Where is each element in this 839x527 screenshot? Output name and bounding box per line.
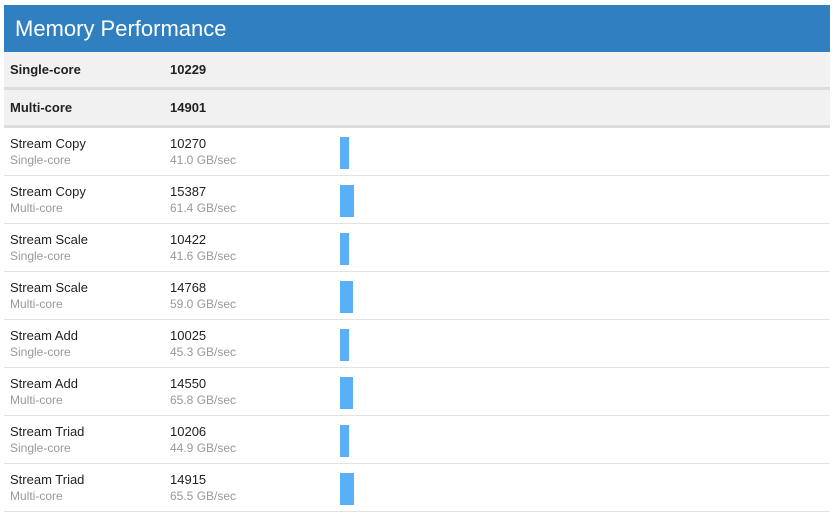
- benchmark-name: Stream Triad: [10, 424, 85, 439]
- benchmark-mode: Multi-core: [10, 297, 63, 311]
- benchmark-rate: 44.9 GB/sec: [170, 441, 237, 455]
- benchmark-score: 10206: [170, 424, 207, 439]
- summary-label: Multi-core: [10, 100, 73, 115]
- benchmark-name: Stream Add: [10, 376, 78, 391]
- score-bar: [340, 473, 354, 505]
- summary-label: Single-core: [10, 62, 81, 77]
- benchmark-mode: Single-core: [10, 153, 71, 167]
- benchmark-score: 10422: [170, 232, 207, 247]
- benchmark-score: 15387: [170, 184, 207, 199]
- benchmark-row: Stream Copy Single-core 10270 41.0 GB/se…: [4, 128, 830, 176]
- benchmark-row: Stream Add Multi-core 14550 65.8 GB/sec: [4, 368, 830, 416]
- score-bar: [340, 281, 353, 313]
- benchmark-mode: Multi-core: [10, 393, 63, 407]
- benchmark-rate: 65.5 GB/sec: [170, 489, 237, 503]
- summary-row-single-core: Single-core 10229: [4, 52, 830, 90]
- summary-row-multi-core: Multi-core 14901: [4, 90, 830, 128]
- benchmark-rate: 41.6 GB/sec: [170, 249, 237, 263]
- benchmark-mode: Single-core: [10, 345, 71, 359]
- score-bar: [340, 137, 349, 169]
- benchmark-mode: Single-core: [10, 441, 71, 455]
- benchmark-mode: Multi-core: [10, 489, 63, 503]
- score-bar: [340, 329, 349, 361]
- benchmark-score: 14768: [170, 280, 207, 295]
- benchmark-row: Stream Add Single-core 10025 45.3 GB/sec: [4, 320, 830, 368]
- benchmark-row: Stream Triad Single-core 10206 44.9 GB/s…: [4, 416, 830, 464]
- benchmark-name: Stream Copy: [10, 184, 86, 199]
- benchmark-rows: Stream Copy Single-core 10270 41.0 GB/se…: [4, 128, 830, 512]
- benchmark-score: 10270: [170, 136, 207, 151]
- summary-score: 10229: [170, 62, 207, 77]
- benchmark-name: Stream Copy: [10, 136, 86, 151]
- benchmark-row: Stream Scale Single-core 10422 41.6 GB/s…: [4, 224, 830, 272]
- benchmark-rate: 45.3 GB/sec: [170, 345, 237, 359]
- benchmark-score: 14550: [170, 376, 207, 391]
- memory-performance-panel: Memory Performance Single-core 10229 Mul…: [4, 5, 830, 512]
- score-bar: [340, 185, 354, 217]
- benchmark-score: 14915: [170, 472, 207, 487]
- panel-title: Memory Performance: [4, 5, 830, 52]
- benchmark-rate: 65.8 GB/sec: [170, 393, 237, 407]
- score-bar: [340, 425, 349, 457]
- benchmark-name: Stream Scale: [10, 232, 89, 247]
- benchmark-row: Stream Triad Multi-core 14915 65.5 GB/se…: [4, 464, 830, 512]
- benchmark-score: 10025: [170, 328, 207, 343]
- benchmark-rate: 61.4 GB/sec: [170, 201, 237, 215]
- benchmark-row: Stream Scale Multi-core 14768 59.0 GB/se…: [4, 272, 830, 320]
- benchmark-mode: Multi-core: [10, 201, 63, 215]
- benchmark-row: Stream Copy Multi-core 15387 61.4 GB/sec: [4, 176, 830, 224]
- benchmark-rate: 41.0 GB/sec: [170, 153, 237, 167]
- benchmark-mode: Single-core: [10, 249, 71, 263]
- score-bar: [340, 233, 349, 265]
- benchmark-rate: 59.0 GB/sec: [170, 297, 237, 311]
- benchmark-name: Stream Scale: [10, 280, 89, 295]
- score-bar: [340, 377, 353, 409]
- benchmark-name: Stream Add: [10, 328, 78, 343]
- benchmark-name: Stream Triad: [10, 472, 85, 487]
- summary-score: 14901: [170, 100, 207, 115]
